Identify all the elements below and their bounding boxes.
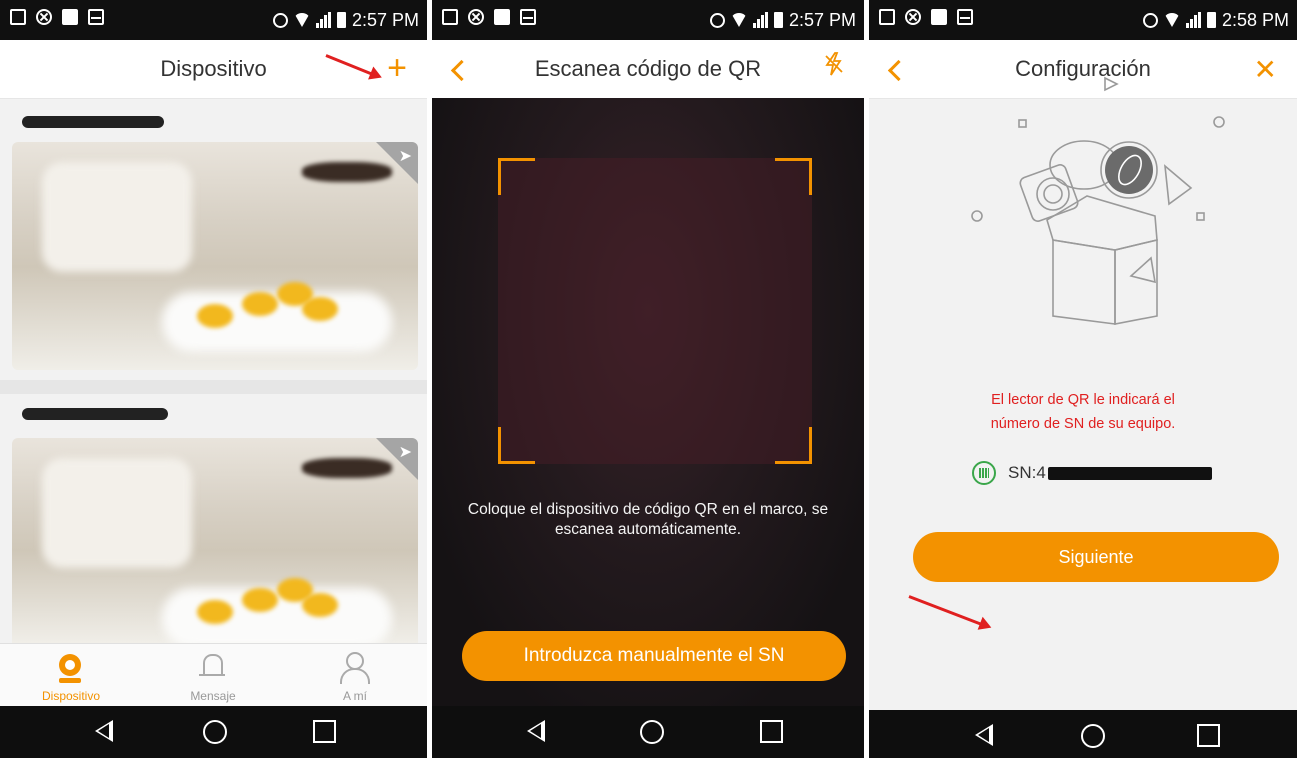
back-icon[interactable] [95,720,113,742]
device-card[interactable]: ➤ [12,438,418,643]
status-bar: 2:57 PM [0,0,427,40]
android-nav-bar [432,706,864,758]
recents-icon[interactable] [1197,724,1220,747]
annotation-arrow [908,595,988,629]
bottom-tab-bar: Dispositivo Mensaje A mí [0,643,427,707]
sn-row: SN:4 [972,458,1212,488]
device-name-redacted [22,116,164,128]
divider [0,380,427,394]
status-bar: 2:57 PM [432,0,864,40]
motion-detect-icon: ➤ [398,148,412,165]
recents-icon[interactable] [760,720,783,743]
device-box-illustration [971,76,1225,325]
back-chevron-icon[interactable] [450,54,473,84]
back-icon[interactable] [527,720,545,742]
blocked-icon [905,9,921,25]
sn-hint-text: El lector de QR le indicará el número de… [909,388,1257,436]
android-nav-bar [0,706,427,758]
enter-sn-manually-button[interactable]: Introduzca manualmente el SN [462,631,846,681]
battery-icon [336,12,346,28]
tab-mensaje[interactable]: Mensaje [142,644,284,707]
android-nav-bar [869,710,1297,758]
gallery-icon [879,9,895,25]
sn-label: SN:4 [1008,463,1046,482]
app-header: Escanea código de QR [432,40,864,98]
blocked-icon [468,9,484,25]
blocked-icon [36,9,52,25]
status-time: 2:58 PM [1221,10,1289,30]
battery-icon [1206,12,1216,28]
tab-label: Dispositivo [41,689,101,703]
flash-off-icon[interactable] [824,52,844,76]
scan-instruction: Coloque el dispositivo de código QR en e… [467,501,829,538]
signal-icon [315,12,331,28]
next-button[interactable]: Siguiente [913,532,1279,582]
plus-icon[interactable]: + [387,51,407,85]
gallery-icon [442,9,458,25]
mail-icon [88,9,104,25]
status-time: 2:57 PM [788,10,856,30]
configuration-screen: 2:58 PM Configuración ✕ El lector de QR … [869,0,1297,758]
back-icon[interactable] [975,724,993,746]
status-time: 2:57 PM [351,10,419,30]
signal-icon [1185,12,1201,28]
qr-scan-frame [498,158,812,464]
message-icon [62,9,78,25]
camera-icon [59,654,81,676]
alarm-icon [272,12,288,28]
hint-line: número de SN de su equipo. [990,416,1176,432]
motion-detect-icon: ➤ [398,444,412,461]
wifi-icon [1163,13,1180,27]
alarm-icon [1142,12,1158,28]
back-chevron-icon[interactable] [887,54,910,84]
hint-line: El lector de QR le indicará el [991,392,1175,408]
page-title: Escanea código de QR [534,56,762,81]
sn-redacted [1047,466,1212,480]
home-icon[interactable] [1081,724,1105,748]
gallery-icon [10,9,26,25]
qr-scan-screen: 2:57 PM Escanea código de QR Coloque el … [432,0,864,758]
device-name-redacted [22,408,168,420]
barcode-icon [972,461,996,485]
signal-icon [752,12,768,28]
status-bar: 2:58 PM [869,0,1297,40]
mail-icon [957,9,973,25]
wifi-icon [293,13,310,27]
device-list-screen: 2:57 PM Dispositivo + ➤ ➤ Dispositivo Me… [0,0,427,758]
page-title: Dispositivo [160,56,267,81]
tab-label: A mí [342,689,367,703]
home-icon[interactable] [640,720,664,744]
device-card[interactable]: ➤ [12,142,418,370]
battery-icon [773,12,783,28]
tab-label: Mensaje [190,689,236,703]
alarm-icon [709,12,725,28]
recents-icon[interactable] [313,720,336,743]
message-icon [931,9,947,25]
tab-a-mi[interactable]: A mí [284,644,426,707]
tab-dispositivo[interactable]: Dispositivo [0,644,142,707]
bell-icon [203,654,223,676]
camera-preview: Coloque el dispositivo de código QR en e… [432,98,864,706]
wifi-icon [730,13,747,27]
message-icon [494,9,510,25]
close-icon[interactable]: ✕ [1254,54,1277,86]
home-icon[interactable] [203,720,227,744]
mail-icon [520,9,536,25]
